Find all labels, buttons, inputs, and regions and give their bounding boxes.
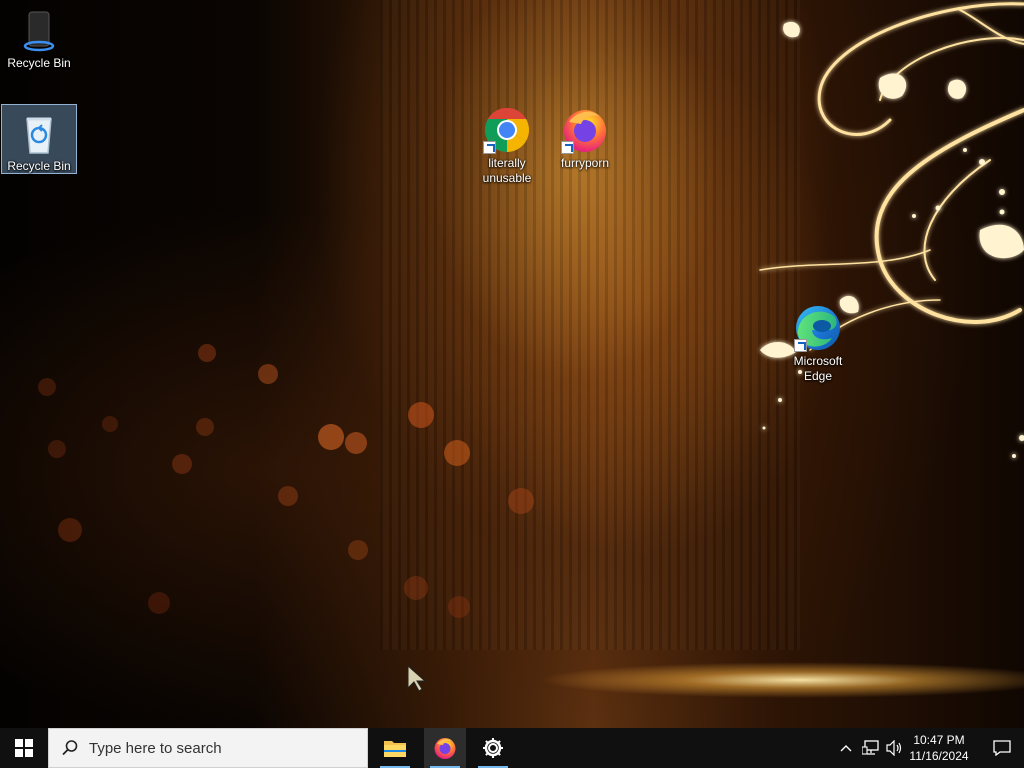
bokeh-light [448,596,470,618]
clock-time: 10:47 PM [913,733,965,747]
taskbar-firefox-button[interactable] [424,728,466,768]
start-button[interactable] [0,728,48,768]
mouse-cursor [407,664,427,692]
bokeh-light [318,424,344,450]
chevron-up-icon [840,745,852,752]
bokeh-light [404,576,428,600]
bokeh-light [258,364,278,384]
taskbar-search-box[interactable]: Type here to search [48,728,368,768]
desktop-icon-recycle-bin-speaker[interactable]: Recycle Bin [1,2,77,74]
bokeh-light [38,378,56,396]
firefox-icon [561,106,609,154]
bokeh-light [198,344,216,362]
network-icon [862,740,879,755]
taskbar-file-explorer-button[interactable] [374,728,416,768]
taskbar: Type here to search 10:47 PM 11/16/2024 [0,728,1024,768]
network-button[interactable] [860,728,882,768]
bokeh-light [172,454,192,474]
taskbar-clock[interactable]: 10:47 PM 11/16/2024 [904,728,974,768]
bokeh-light [408,402,434,428]
desktop-icon-label: Recycle Bin [7,159,71,173]
edge-icon [794,304,842,352]
bokeh-light [278,486,298,506]
bokeh-light [148,592,170,614]
desktop-icon-firefox-shortcut[interactable]: furryporn [547,102,623,174]
desktop-icon-chrome-shortcut[interactable]: literally unusable [469,102,545,190]
volume-button[interactable] [884,728,906,768]
desktop-wallpaper: Recycle Bin Recycle Bin literally unusab… [0,0,1024,728]
bokeh-light [508,488,534,514]
bokeh-light [48,440,66,458]
shortcut-arrow-icon [483,141,496,154]
desktop-icon-recycle-bin[interactable]: Recycle Bin [1,104,77,174]
wallpaper-streaks [380,0,800,650]
windows-logo-icon [15,739,33,757]
bokeh-light [102,416,118,432]
action-center-button[interactable] [980,728,1024,768]
show-hidden-icons-button[interactable] [836,728,856,768]
volume-icon [886,740,902,756]
notification-icon [993,740,1011,756]
light-glow-band [520,658,1024,700]
bokeh-light [444,440,470,466]
light-swirl-decoration [759,2,1024,458]
bokeh-light [348,540,368,560]
desktop-icon-label: furryporn [560,156,610,170]
search-placeholder: Type here to search [89,739,222,757]
speaker-icon [15,6,63,54]
file-explorer-icon [384,741,406,757]
shortcut-arrow-icon [561,141,574,154]
desktop-icon-label: literally unusable [482,156,532,185]
clock-date: 11/16/2024 [909,749,969,763]
search-icon [62,740,78,756]
bokeh-light [345,432,367,454]
firefox-icon [434,738,456,759]
taskbar-settings-button[interactable] [472,728,514,768]
recycle-bin-icon [15,109,63,157]
bokeh-light [196,418,214,436]
bokeh-light [58,518,82,542]
shortcut-arrow-icon [794,339,807,352]
chrome-icon [483,106,531,154]
desktop-icon-label: Microsoft Edge [793,354,843,383]
settings-gear-icon [483,738,503,758]
desktop-icon-label: Recycle Bin [7,56,71,70]
desktop-icon-edge-shortcut[interactable]: Microsoft Edge [780,300,856,388]
